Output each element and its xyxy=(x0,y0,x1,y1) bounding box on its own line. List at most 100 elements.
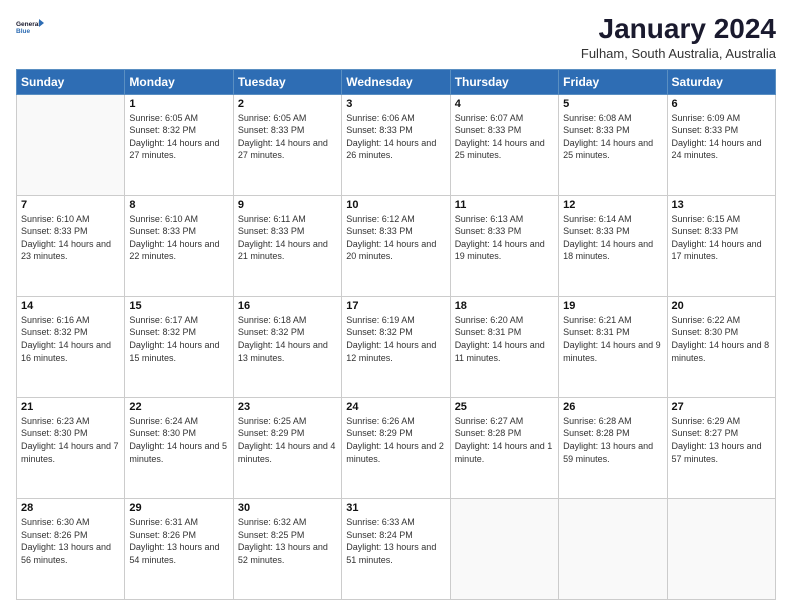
day-info: Sunrise: 6:24 AMSunset: 8:30 PMDaylight:… xyxy=(129,415,228,465)
day-info: Sunrise: 6:17 AMSunset: 8:32 PMDaylight:… xyxy=(129,314,228,364)
day-number: 21 xyxy=(21,401,120,413)
calendar-cell: 30 Sunrise: 6:32 AMSunset: 8:25 PMDayligh… xyxy=(233,498,341,599)
day-info: Sunrise: 6:06 AMSunset: 8:33 PMDaylight:… xyxy=(346,112,445,162)
day-info: Sunrise: 6:33 AMSunset: 8:24 PMDaylight:… xyxy=(346,516,445,566)
header-sunday: Sunday xyxy=(17,69,125,94)
day-info: Sunrise: 6:09 AMSunset: 8:33 PMDaylight:… xyxy=(672,112,771,162)
day-number: 22 xyxy=(129,401,228,413)
day-number: 31 xyxy=(346,502,445,514)
logo-icon: GeneralBlue xyxy=(16,12,46,42)
day-number: 27 xyxy=(672,401,771,413)
calendar-cell: 6 Sunrise: 6:09 AMSunset: 8:33 PMDaylight… xyxy=(667,94,775,195)
header-row: Sunday Monday Tuesday Wednesday Thursday… xyxy=(17,69,776,94)
calendar-cell: 22 Sunrise: 6:24 AMSunset: 8:30 PMDayligh… xyxy=(125,397,233,498)
calendar-week-2: 7 Sunrise: 6:10 AMSunset: 8:33 PMDaylight… xyxy=(17,195,776,296)
day-info: Sunrise: 6:29 AMSunset: 8:27 PMDaylight:… xyxy=(672,415,771,465)
day-info: Sunrise: 6:18 AMSunset: 8:32 PMDaylight:… xyxy=(238,314,337,364)
day-info: Sunrise: 6:22 AMSunset: 8:30 PMDaylight:… xyxy=(672,314,771,364)
day-info: Sunrise: 6:15 AMSunset: 8:33 PMDaylight:… xyxy=(672,213,771,263)
day-number: 29 xyxy=(129,502,228,514)
day-number: 20 xyxy=(672,300,771,312)
calendar-cell: 9Sunrise: 6:11 AMSunset: 8:33 PMDaylight… xyxy=(233,195,341,296)
calendar-cell: 8Sunrise: 6:10 AMSunset: 8:33 PMDaylight… xyxy=(125,195,233,296)
page-header: GeneralBlue January 2024 Fulham, South A… xyxy=(16,12,776,61)
calendar-cell: 18 Sunrise: 6:20 AMSunset: 8:31 PMDayligh… xyxy=(450,296,558,397)
calendar-cell: 20 Sunrise: 6:22 AMSunset: 8:30 PMDayligh… xyxy=(667,296,775,397)
logo: GeneralBlue xyxy=(16,12,46,42)
day-number: 4 xyxy=(455,98,554,110)
calendar-cell: 27 Sunrise: 6:29 AMSunset: 8:27 PMDayligh… xyxy=(667,397,775,498)
calendar-cell: 17 Sunrise: 6:19 AMSunset: 8:32 PMDayligh… xyxy=(342,296,450,397)
calendar-cell: 7 Sunrise: 6:10 AMSunset: 8:33 PMDaylight… xyxy=(17,195,125,296)
calendar-cell: 29 Sunrise: 6:31 AMSunset: 8:26 PMDayligh… xyxy=(125,498,233,599)
day-info: Sunrise: 6:07 AMSunset: 8:33 PMDaylight:… xyxy=(455,112,554,162)
calendar-cell: 5Sunrise: 6:08 AMSunset: 8:33 PMDaylight… xyxy=(559,94,667,195)
calendar-cell: 15 Sunrise: 6:17 AMSunset: 8:32 PMDayligh… xyxy=(125,296,233,397)
day-info: Sunrise: 6:14 AMSunset: 8:33 PMDaylight:… xyxy=(563,213,662,263)
day-info: Sunrise: 6:32 AMSunset: 8:25 PMDaylight:… xyxy=(238,516,337,566)
calendar-cell: 12Sunrise: 6:14 AMSunset: 8:33 PMDayligh… xyxy=(559,195,667,296)
calendar-week-5: 28 Sunrise: 6:30 AMSunset: 8:26 PMDayligh… xyxy=(17,498,776,599)
svg-text:General: General xyxy=(16,21,40,28)
day-info: Sunrise: 6:05 AMSunset: 8:33 PMDaylight:… xyxy=(238,112,337,162)
calendar-cell: 26Sunrise: 6:28 AMSunset: 8:28 PMDayligh… xyxy=(559,397,667,498)
day-number: 9 xyxy=(238,199,337,211)
calendar-cell: 2Sunrise: 6:05 AMSunset: 8:33 PMDaylight… xyxy=(233,94,341,195)
day-info: Sunrise: 6:26 AMSunset: 8:29 PMDaylight:… xyxy=(346,415,445,465)
day-info: Sunrise: 6:19 AMSunset: 8:32 PMDaylight:… xyxy=(346,314,445,364)
calendar-cell xyxy=(559,498,667,599)
calendar-cell: 31 Sunrise: 6:33 AMSunset: 8:24 PMDayligh… xyxy=(342,498,450,599)
day-number: 17 xyxy=(346,300,445,312)
calendar-cell: 14 Sunrise: 6:16 AMSunset: 8:32 PMDayligh… xyxy=(17,296,125,397)
calendar-cell xyxy=(450,498,558,599)
title-section: January 2024 Fulham, South Australia, Au… xyxy=(581,12,776,61)
calendar-week-3: 14 Sunrise: 6:16 AMSunset: 8:32 PMDayligh… xyxy=(17,296,776,397)
day-number: 6 xyxy=(672,98,771,110)
main-title: January 2024 xyxy=(581,12,776,46)
day-info: Sunrise: 6:20 AMSunset: 8:31 PMDaylight:… xyxy=(455,314,554,364)
day-number: 1 xyxy=(129,98,228,110)
calendar-week-4: 21 Sunrise: 6:23 AMSunset: 8:30 PMDayligh… xyxy=(17,397,776,498)
calendar-cell: 25 Sunrise: 6:27 AMSunset: 8:28 PMDayligh… xyxy=(450,397,558,498)
day-info: Sunrise: 6:12 AMSunset: 8:33 PMDaylight:… xyxy=(346,213,445,263)
day-number: 14 xyxy=(21,300,120,312)
svg-text:Blue: Blue xyxy=(16,28,30,35)
day-info: Sunrise: 6:27 AMSunset: 8:28 PMDaylight:… xyxy=(455,415,554,465)
day-info: Sunrise: 6:21 AMSunset: 8:31 PMDaylight:… xyxy=(563,314,662,364)
calendar-cell: 23Sunrise: 6:25 AMSunset: 8:29 PMDayligh… xyxy=(233,397,341,498)
header-tuesday: Tuesday xyxy=(233,69,341,94)
day-number: 24 xyxy=(346,401,445,413)
header-friday: Friday xyxy=(559,69,667,94)
day-info: Sunrise: 6:10 AMSunset: 8:33 PMDaylight:… xyxy=(21,213,120,263)
calendar-body: 1 Sunrise: 6:05 AMSunset: 8:32 PMDaylight… xyxy=(17,94,776,599)
day-info: Sunrise: 6:31 AMSunset: 8:26 PMDaylight:… xyxy=(129,516,228,566)
calendar-header: Sunday Monday Tuesday Wednesday Thursday… xyxy=(17,69,776,94)
header-wednesday: Wednesday xyxy=(342,69,450,94)
calendar-cell: 24 Sunrise: 6:26 AMSunset: 8:29 PMDayligh… xyxy=(342,397,450,498)
calendar-cell: 3 Sunrise: 6:06 AMSunset: 8:33 PMDaylight… xyxy=(342,94,450,195)
day-info: Sunrise: 6:23 AMSunset: 8:30 PMDaylight:… xyxy=(21,415,120,465)
day-number: 3 xyxy=(346,98,445,110)
header-thursday: Thursday xyxy=(450,69,558,94)
day-number: 30 xyxy=(238,502,337,514)
day-number: 8 xyxy=(129,199,228,211)
day-info: Sunrise: 6:30 AMSunset: 8:26 PMDaylight:… xyxy=(21,516,120,566)
day-info: Sunrise: 6:13 AMSunset: 8:33 PMDaylight:… xyxy=(455,213,554,263)
day-info: Sunrise: 6:05 AMSunset: 8:32 PMDaylight:… xyxy=(129,112,228,162)
day-number: 25 xyxy=(455,401,554,413)
calendar-table: Sunday Monday Tuesday Wednesday Thursday… xyxy=(16,69,776,600)
day-info: Sunrise: 6:16 AMSunset: 8:32 PMDaylight:… xyxy=(21,314,120,364)
day-number: 15 xyxy=(129,300,228,312)
day-number: 13 xyxy=(672,199,771,211)
calendar-cell xyxy=(17,94,125,195)
calendar-cell: 4 Sunrise: 6:07 AMSunset: 8:33 PMDaylight… xyxy=(450,94,558,195)
day-number: 5 xyxy=(563,98,662,110)
calendar-cell: 1 Sunrise: 6:05 AMSunset: 8:32 PMDaylight… xyxy=(125,94,233,195)
day-number: 19 xyxy=(563,300,662,312)
day-number: 18 xyxy=(455,300,554,312)
calendar-cell xyxy=(667,498,775,599)
day-info: Sunrise: 6:25 AMSunset: 8:29 PMDaylight:… xyxy=(238,415,337,465)
day-number: 7 xyxy=(21,199,120,211)
calendar-cell: 10Sunrise: 6:12 AMSunset: 8:33 PMDayligh… xyxy=(342,195,450,296)
day-number: 28 xyxy=(21,502,120,514)
